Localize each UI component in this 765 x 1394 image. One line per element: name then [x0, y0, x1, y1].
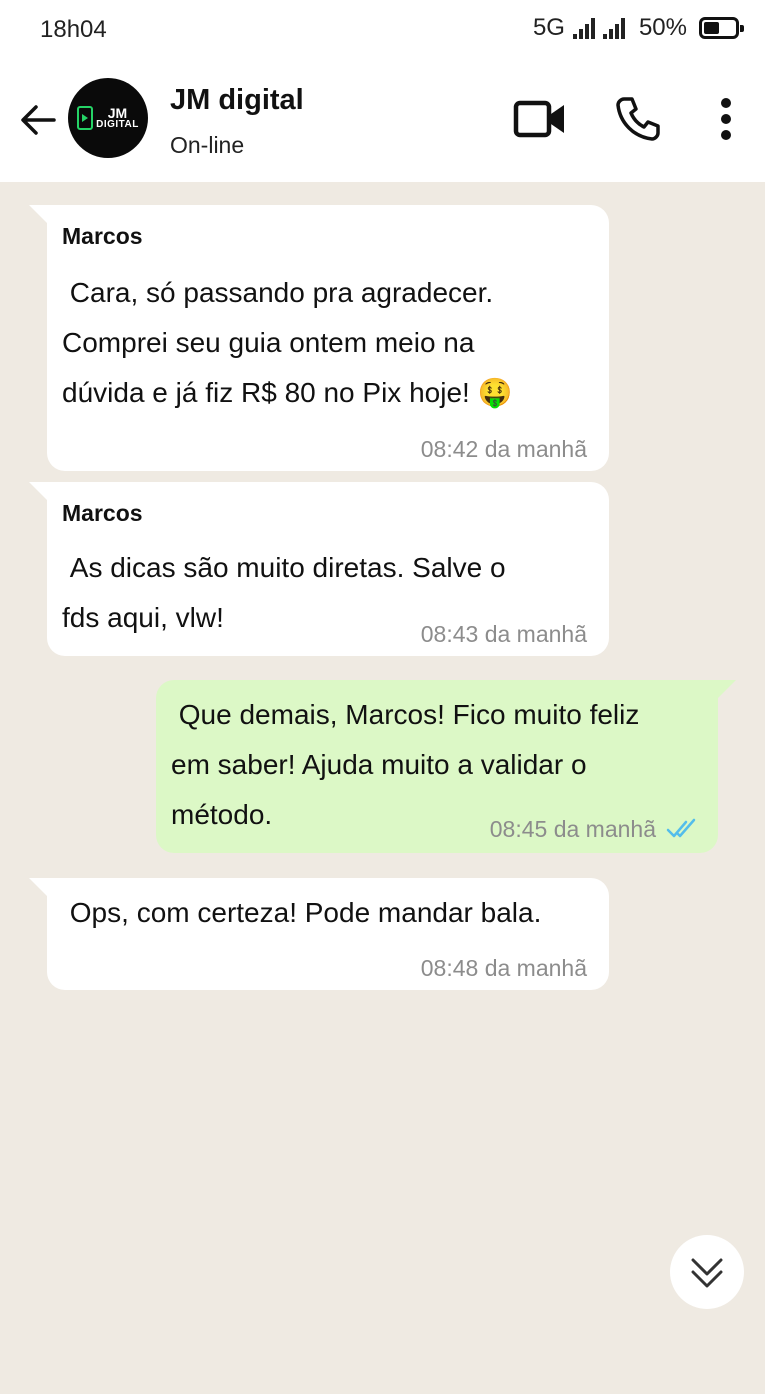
- avatar-logo: JM DIGITAL: [77, 106, 139, 130]
- network-type: 5G: [532, 14, 565, 41]
- money-face-emoji: 🤑: [477, 376, 513, 409]
- message-time: 08:45 da manhã: [489, 816, 656, 842]
- avatar-line2: DIGITAL: [96, 119, 139, 130]
- back-button[interactable]: [16, 98, 60, 142]
- signal-icon-2: [602, 17, 625, 39]
- scroll-to-bottom-button[interactable]: [670, 1235, 744, 1309]
- message-sender: Marcos: [62, 223, 143, 249]
- avatar[interactable]: JM DIGITAL: [68, 78, 148, 158]
- message-text: Ops, com certeza! Pode mandar bala.: [62, 897, 542, 928]
- double-check-icon: [666, 818, 696, 838]
- avatar-line1: JM: [107, 105, 128, 121]
- message-bubble-incoming[interactable]: Marcos Cara, só passando pra agradecer. …: [29, 205, 609, 471]
- logo-mark-icon: [77, 106, 94, 130]
- status-time: 18h04: [40, 16, 107, 43]
- voice-call-button[interactable]: [610, 94, 666, 144]
- message-bubble-incoming[interactable]: Ops, com certeza! Pode mandar bala. 08:4…: [29, 878, 609, 990]
- message-time: 08:42 da manhã: [420, 436, 587, 462]
- battery-level: [704, 22, 719, 34]
- status-indicators: 5G 50%: [532, 14, 744, 42]
- message-bubble-incoming[interactable]: Marcos As dicas são muito diretas. Salve…: [29, 482, 609, 656]
- video-camera-icon: [513, 100, 564, 138]
- message-time: 08:48 da manhã: [420, 955, 587, 981]
- chat-header: JM DIGITAL JM digital On-line: [0, 60, 765, 182]
- message-bubble-outgoing[interactable]: Que demais, Marcos! Fico muito feliz em …: [156, 680, 736, 853]
- more-vertical-icon: [721, 98, 731, 140]
- contact-status: On-line: [170, 132, 245, 158]
- contact-name[interactable]: JM digital: [170, 84, 304, 117]
- battery-percent: 50%: [638, 14, 687, 41]
- battery-icon: [699, 17, 744, 39]
- status-bar: 18h04 5G 50%: [0, 0, 765, 60]
- double-chevron-down-icon: [691, 1258, 723, 1288]
- phone-icon: [616, 97, 660, 141]
- message-time: 08:43 da manhã: [420, 621, 587, 647]
- message-sender: Marcos: [62, 500, 143, 526]
- back-arrow-icon: [21, 105, 56, 135]
- message-text: Cara, só passando pra agradecer. Comprei…: [62, 277, 513, 409]
- signal-icon: [572, 17, 595, 39]
- more-options-button[interactable]: [698, 94, 754, 144]
- video-call-button[interactable]: [512, 94, 568, 144]
